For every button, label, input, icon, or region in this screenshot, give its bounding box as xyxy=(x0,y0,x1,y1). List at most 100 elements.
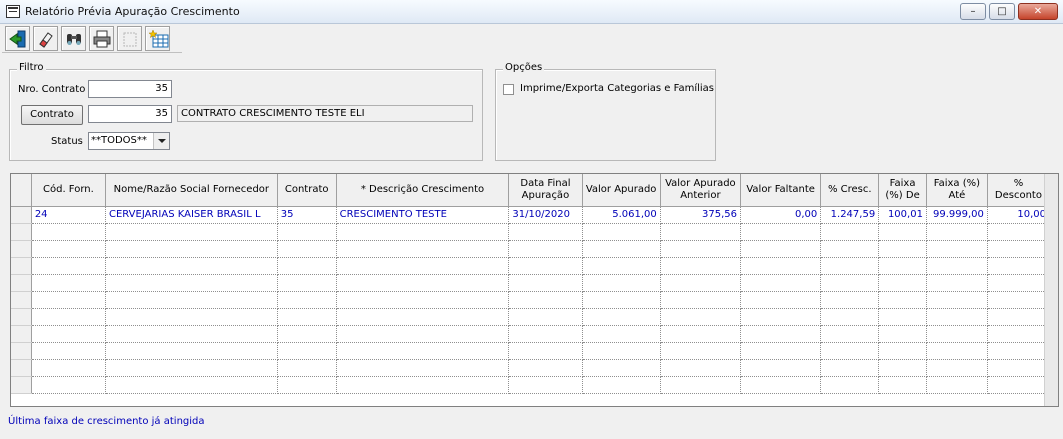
table-cell[interactable] xyxy=(31,291,106,309)
table-cell[interactable] xyxy=(277,325,337,343)
table-cell[interactable] xyxy=(878,240,927,258)
table-cell[interactable] xyxy=(926,308,988,326)
table-cell[interactable] xyxy=(740,325,822,343)
table-cell[interactable] xyxy=(582,359,661,377)
chevron-down-icon[interactable] xyxy=(153,133,169,149)
table-cell[interactable] xyxy=(878,291,927,309)
row-indicator[interactable] xyxy=(11,308,32,326)
column-header[interactable]: % Cresc. xyxy=(820,174,880,207)
table-cell[interactable]: 1.247,59 xyxy=(820,206,880,224)
table-cell[interactable] xyxy=(336,325,510,343)
table-cell[interactable] xyxy=(582,376,661,394)
column-header[interactable]: Cód. Forn. xyxy=(31,174,106,207)
table-cell[interactable] xyxy=(336,376,510,394)
table-cell[interactable] xyxy=(582,223,661,241)
table-cell[interactable] xyxy=(582,308,661,326)
table-cell[interactable]: CRESCIMENTO TESTE xyxy=(336,206,510,224)
table-cell[interactable] xyxy=(660,257,742,275)
table-cell[interactable] xyxy=(926,257,988,275)
row-indicator[interactable] xyxy=(11,257,32,275)
print-button[interactable] xyxy=(89,26,114,51)
table-cell[interactable] xyxy=(508,342,583,360)
table-cell[interactable] xyxy=(31,240,106,258)
table-cell[interactable]: 10,00 xyxy=(987,206,1051,224)
table-cell[interactable] xyxy=(31,376,106,394)
row-indicator[interactable] xyxy=(11,274,32,292)
table-cell[interactable]: 35 xyxy=(277,206,337,224)
table-cell[interactable] xyxy=(878,359,927,377)
table-cell[interactable] xyxy=(926,359,988,377)
table-cell[interactable] xyxy=(740,291,822,309)
row-indicator[interactable] xyxy=(11,206,32,224)
minimize-button[interactable]: – xyxy=(960,3,986,20)
table-cell[interactable] xyxy=(987,240,1051,258)
table-cell[interactable] xyxy=(878,376,927,394)
table-cell[interactable] xyxy=(31,359,106,377)
table-cell[interactable] xyxy=(820,376,880,394)
table-cell[interactable] xyxy=(987,359,1051,377)
table-cell[interactable]: 31/10/2020 xyxy=(508,206,583,224)
table-cell[interactable] xyxy=(740,223,822,241)
vertical-scrollbar[interactable] xyxy=(1044,174,1058,406)
table-cell[interactable] xyxy=(277,274,337,292)
results-grid[interactable]: Cód. Forn. Nome/Razão Social Fornecedor Co… xyxy=(10,173,1059,407)
empty-table-row[interactable] xyxy=(11,359,1051,377)
table-cell[interactable] xyxy=(277,342,337,360)
row-indicator[interactable] xyxy=(11,359,32,377)
row-indicator[interactable] xyxy=(11,291,32,309)
table-cell[interactable] xyxy=(508,376,583,394)
table-cell[interactable] xyxy=(105,359,278,377)
column-header[interactable]: Contrato xyxy=(277,174,337,207)
maximize-button[interactable]: □ xyxy=(989,3,1015,20)
table-cell[interactable] xyxy=(820,223,880,241)
table-cell[interactable] xyxy=(508,291,583,309)
table-cell[interactable] xyxy=(878,223,927,241)
column-header[interactable]: Valor Apurado xyxy=(582,174,661,207)
table-cell[interactable] xyxy=(660,223,742,241)
table-cell[interactable] xyxy=(660,342,742,360)
column-header[interactable]: % Desconto xyxy=(987,174,1051,207)
table-cell[interactable] xyxy=(987,274,1051,292)
table-cell[interactable] xyxy=(277,240,337,258)
row-indicator[interactable] xyxy=(11,376,32,394)
table-cell[interactable] xyxy=(105,291,278,309)
table-cell[interactable] xyxy=(926,342,988,360)
table-cell[interactable] xyxy=(878,308,927,326)
export-categories-checkbox[interactable] xyxy=(503,84,514,95)
empty-table-row[interactable] xyxy=(11,240,1051,258)
table-cell[interactable] xyxy=(105,342,278,360)
table-cell[interactable] xyxy=(926,376,988,394)
table-cell[interactable] xyxy=(336,342,510,360)
empty-table-row[interactable] xyxy=(11,376,1051,394)
table-cell[interactable] xyxy=(336,257,510,275)
table-cell[interactable] xyxy=(582,257,661,275)
table-cell[interactable] xyxy=(740,240,822,258)
table-cell[interactable] xyxy=(660,359,742,377)
preview-button[interactable] xyxy=(117,26,142,51)
table-cell[interactable] xyxy=(740,342,822,360)
table-cell[interactable]: 0,00 xyxy=(740,206,822,224)
table-cell[interactable] xyxy=(926,325,988,343)
empty-table-row[interactable] xyxy=(11,223,1051,241)
table-cell[interactable] xyxy=(987,376,1051,394)
table-cell[interactable] xyxy=(105,257,278,275)
table-cell[interactable] xyxy=(508,325,583,343)
table-cell[interactable] xyxy=(660,308,742,326)
table-cell[interactable] xyxy=(987,257,1051,275)
column-header[interactable]: Data Final Apuração xyxy=(508,174,583,207)
table-cell[interactable] xyxy=(987,342,1051,360)
table-cell[interactable] xyxy=(820,308,880,326)
table-cell[interactable] xyxy=(277,257,337,275)
table-cell[interactable] xyxy=(31,274,106,292)
table-cell[interactable] xyxy=(878,274,927,292)
table-cell[interactable] xyxy=(277,376,337,394)
table-cell[interactable] xyxy=(31,257,106,275)
column-header[interactable]: Faixa (%) De xyxy=(878,174,927,207)
table-cell[interactable] xyxy=(31,325,106,343)
table-cell[interactable] xyxy=(660,240,742,258)
exit-button[interactable] xyxy=(5,26,30,51)
table-cell[interactable] xyxy=(31,342,106,360)
table-cell[interactable] xyxy=(336,240,510,258)
empty-table-row[interactable] xyxy=(11,308,1051,326)
table-cell[interactable] xyxy=(660,325,742,343)
